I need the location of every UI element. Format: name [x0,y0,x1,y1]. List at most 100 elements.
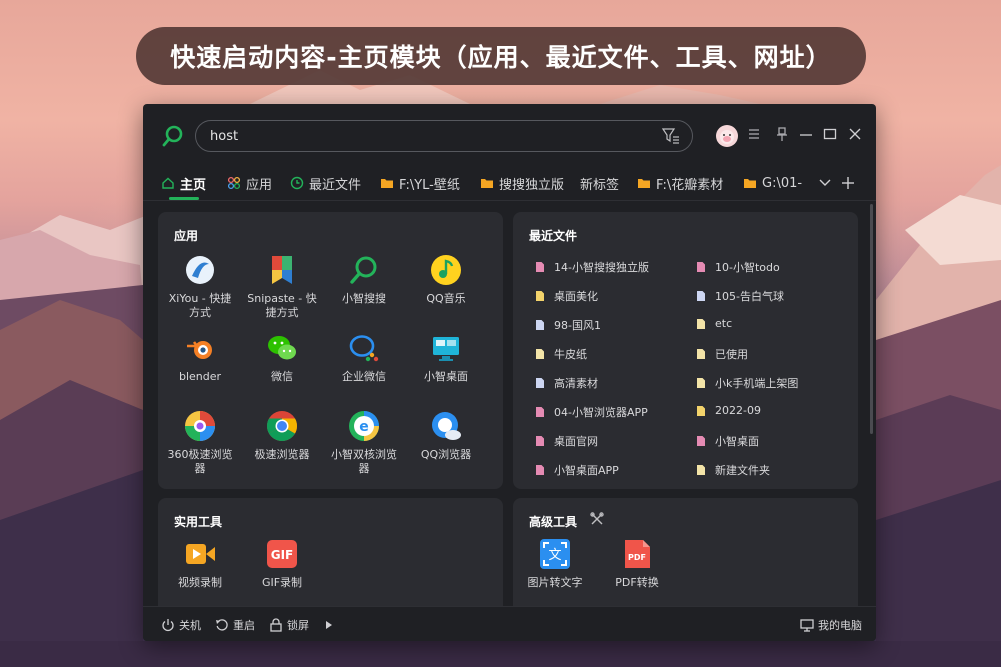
svg-text:e: e [359,419,369,435]
app-item-wechat[interactable]: 微信 [246,332,318,384]
lock-label: 锁屏 [287,619,309,632]
title-bar [143,104,876,166]
play-arrow-icon[interactable] [325,620,333,630]
recent-file-item[interactable]: 14-小智搜搜独立版 [535,259,649,275]
recent-file-label: etc [715,317,733,330]
tab-recent-files[interactable]: 最近文件 [290,172,361,194]
app-label: XiYou - 快捷方式 [168,292,232,319]
recent-file-item[interactable]: 小智桌面APP [535,462,619,478]
app-item-snipaste[interactable]: Snipaste - 快捷方式 [246,254,318,320]
xiyou-icon [186,256,214,284]
recent-file-item[interactable]: etc [696,317,732,330]
tool-gif-record[interactable]: GIF GIF录制 [246,538,318,590]
recent-file-item[interactable]: 桌面官网 [535,433,598,449]
file-icon [697,436,705,446]
tool-label: GIF录制 [261,576,303,589]
gif-icon: GIF [267,540,297,568]
tool-image-to-text[interactable]: 文 图片转文字 [519,538,591,590]
recent-file-item[interactable]: 04-小智浏览器APP [535,404,648,420]
recent-file-item[interactable]: 10-小智todo [696,259,780,275]
feature-banner: 快速启动内容-主页模块（应用、最近文件、工具、网址） [136,27,866,85]
app-item-360-browser[interactable]: 360极速浏览器 [164,410,236,476]
file-icon [536,349,544,359]
wechat-icon [268,336,296,360]
app-item-qqbrowser[interactable]: QQ浏览器 [410,410,482,462]
recent-file-item[interactable]: 小k手机端上架图 [696,375,798,391]
pin-icon[interactable] [774,126,790,142]
recent-file-item[interactable]: 桌面美化 [535,288,598,304]
pdf-icon: PDF [625,540,650,568]
recent-file-item[interactable]: 2022-09 [696,404,761,417]
search-input[interactable] [210,126,630,146]
tab-folder-sousou[interactable]: 搜搜独立版 [480,172,564,194]
my-computer-button[interactable]: 我的电脑 [800,617,862,633]
app-logo-icon [162,125,183,147]
recent-file-label: 小智桌面 [715,435,759,448]
desktop-icon [433,337,459,361]
maximize-icon[interactable] [822,126,838,142]
tab-folder-huaban[interactable]: F:\花瓣素材 [637,172,723,194]
tab-folder-g[interactable]: G:\01-: [743,172,803,194]
app-item-xiyou[interactable]: XiYou - 快捷方式 [164,254,236,320]
app-item-qqmusic[interactable]: QQ音乐 [410,254,482,306]
lock-screen-button[interactable]: 锁屏 [269,617,309,633]
filter-icon[interactable] [662,128,680,144]
app-item-chrome[interactable]: 极速浏览器 [246,410,318,462]
panel-title: 最近文件 [529,229,578,243]
app-label: QQ音乐 [426,292,466,305]
search-box[interactable] [195,120,693,152]
app-label: 微信 [271,370,293,383]
recent-file-item[interactable]: 高清素材 [535,375,598,391]
shutdown-button[interactable]: 关机 [161,617,201,633]
avatar[interactable] [716,125,738,147]
recent-file-item[interactable]: 已使用 [696,346,748,362]
file-icon [697,349,705,359]
close-icon[interactable] [847,126,863,142]
tab-home[interactable]: 主页 [161,172,206,194]
app-item-blender[interactable]: blender [164,332,236,384]
restart-button[interactable]: 重启 [215,617,255,633]
recent-file-item[interactable]: 新建文件夹 [696,462,770,478]
restart-label: 重启 [233,619,255,632]
tools-icon[interactable] [590,512,604,526]
recent-file-label: 98-国风1 [554,319,601,332]
app-item-wecom[interactable]: 企业微信 [328,332,400,384]
app-item-xiaozhi-sousou[interactable]: 小智搜搜 [328,254,400,306]
tool-video-record[interactable]: 视频录制 [164,538,236,590]
tool-pdf-convert[interactable]: PDF PDF转换 [601,538,673,590]
recent-file-item[interactable]: 105-告白气球 [696,288,784,304]
file-icon [697,318,705,329]
tab-new-tab[interactable]: 新标签 [580,172,619,194]
recent-files-panel: 最近文件 14-小智搜搜独立版 10-小智todo 桌面美化 105-告白气球 98-国… [513,212,858,489]
qqmusic-icon [431,255,461,285]
tool-label: 图片转文字 [527,576,583,589]
recent-file-item[interactable]: 98-国风1 [535,317,601,333]
chrome-icon [266,411,298,442]
app-label: 小智桌面 [424,370,468,383]
browser-360-icon [185,411,215,441]
folder-icon [480,177,494,189]
recent-file-item[interactable]: 牛皮纸 [535,346,587,362]
panel-title: 实用工具 [174,515,223,529]
file-icon [697,405,705,416]
recent-file-label: 小智桌面APP [554,464,619,477]
scrollbar[interactable] [870,204,873,434]
menu-icon[interactable] [746,126,762,142]
app-item-dual-core-browser[interactable]: e 小智双核浏览器 [328,410,400,476]
add-tab-icon[interactable] [841,176,855,190]
app-label: 小智双核浏览器 [331,448,397,475]
tab-folder-wallpaper[interactable]: F:\YL-壁纸 [380,172,460,194]
app-label: 360极速浏览器 [167,448,233,475]
svg-text:GIF: GIF [271,548,294,562]
app-item-xiaozhi-desktop[interactable]: 小智桌面 [410,332,482,384]
apps-panel: 应用 XiYou - 快捷方式 Snipaste - 快捷方式 小智搜搜 QQ音… [158,212,503,489]
recent-file-item[interactable]: 小智桌面 [696,433,759,449]
minimize-icon[interactable] [798,126,814,142]
tab-bar: 主页 应用 最近文件 F:\YL-壁纸 搜搜独立版 新标签 F:\花瓣素材 G:… [143,166,876,200]
folder-icon [380,177,394,189]
computer-label: 我的电脑 [818,619,862,632]
chevron-down-icon[interactable] [818,177,832,189]
video-record-icon [186,544,215,564]
folder-icon [743,177,757,189]
tab-apps[interactable]: 应用 [227,172,272,194]
